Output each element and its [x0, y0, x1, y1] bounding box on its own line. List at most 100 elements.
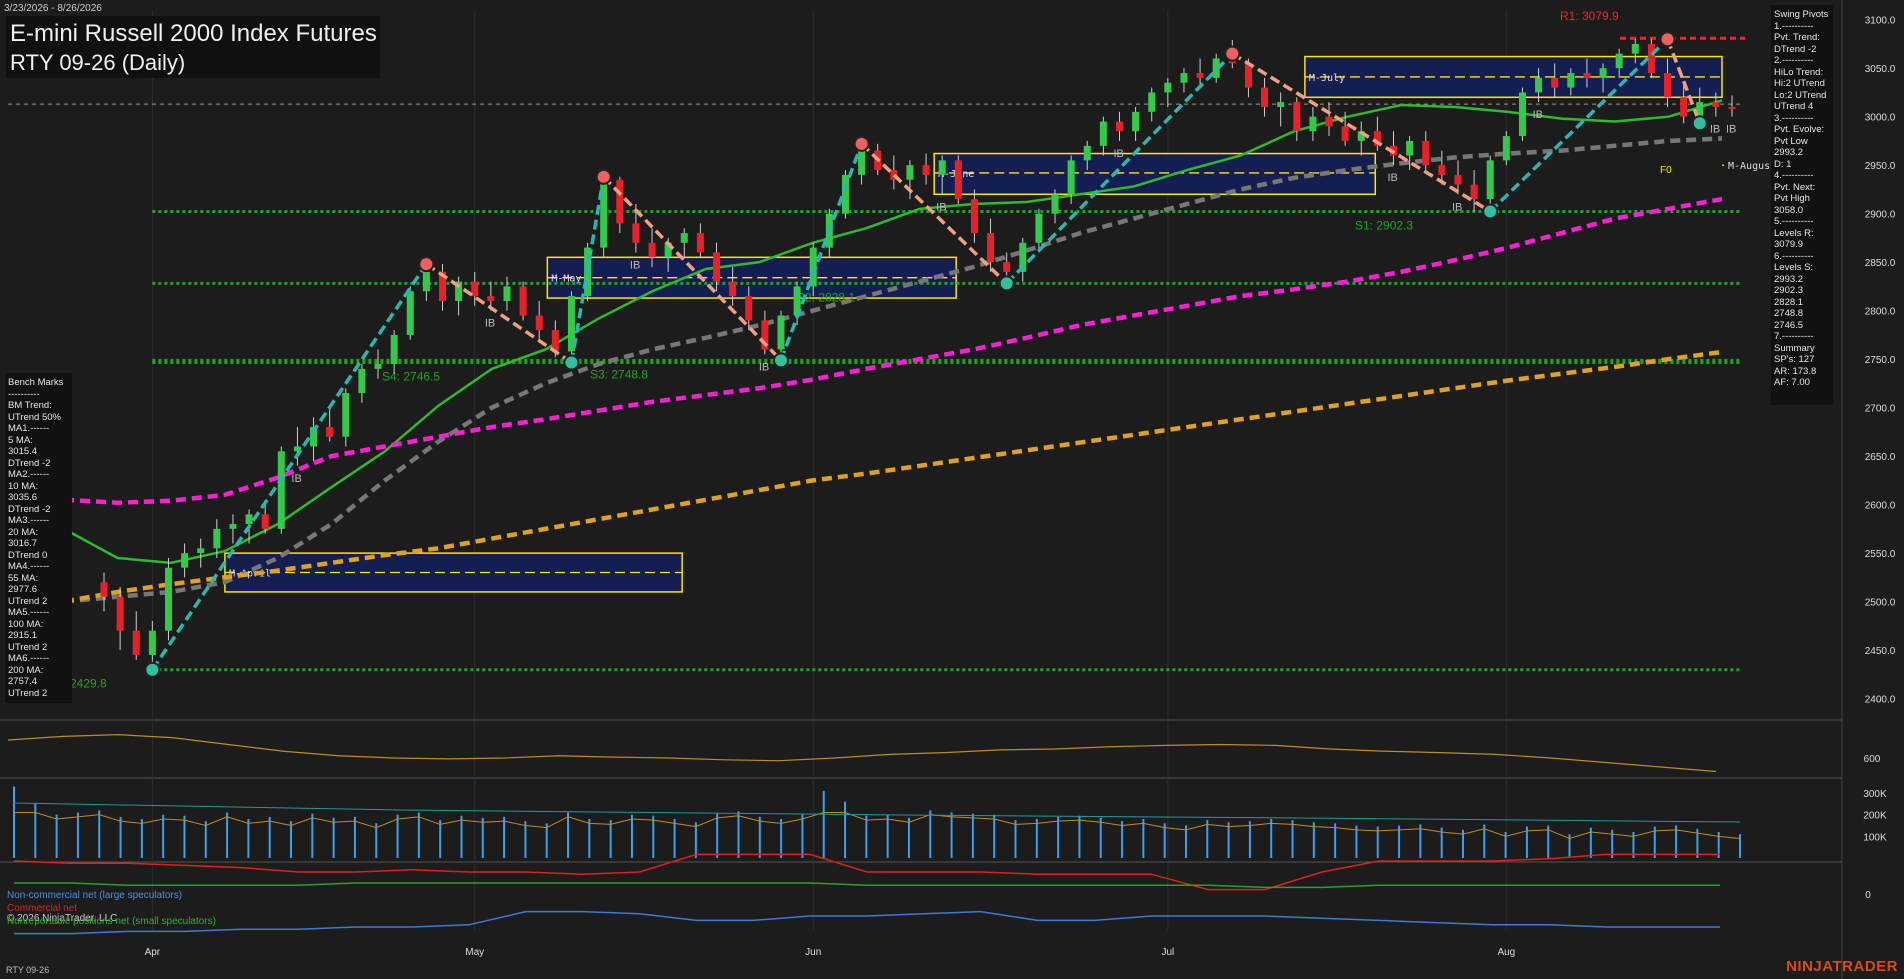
bench-marks-line: MA6.------	[8, 653, 50, 664]
swing-pivots-line: 6.----------	[1774, 250, 1814, 262]
candle-body	[326, 427, 334, 437]
swing-pivots-line: D: 1	[1774, 158, 1792, 170]
swing-pivots-line: Summary	[1774, 342, 1815, 354]
y-tick-label: 2650.0	[1865, 452, 1896, 463]
swing-pivots-line: Pvt. Next:	[1774, 181, 1816, 193]
swing-pivots-line: 5.----------	[1774, 216, 1814, 227]
candle-body	[1664, 73, 1672, 98]
swing-pivot-marker	[563, 354, 580, 371]
candle-body	[277, 451, 285, 529]
candle-body	[1631, 43, 1639, 54]
swing-pivots-line: 2902.3	[1774, 285, 1804, 296]
candle-body	[164, 567, 172, 631]
swing-pivots-line: 2746.5	[1774, 319, 1804, 331]
support-label: 2429.8	[70, 677, 107, 691]
candle-body	[487, 296, 495, 301]
candle-body	[1502, 136, 1510, 161]
cot-series-line	[14, 910, 1720, 935]
y-tick-label: 2550.0	[1865, 549, 1896, 560]
candle-body	[616, 179, 624, 224]
candle-body	[1277, 102, 1285, 107]
bench-marks-line: 55 MA:	[8, 572, 39, 584]
swing-pivot-marker	[1482, 203, 1499, 220]
moving-average-line	[63, 196, 1723, 505]
swing-pivots-line: AR: 173.8	[1774, 365, 1817, 377]
candle-body	[1406, 140, 1414, 156]
swing-pivots-line: Pvt Low	[1774, 135, 1808, 147]
resistance-label: R1: 3079.9	[1560, 9, 1619, 23]
y-tick-label: 2950.0	[1865, 161, 1896, 172]
candle-body	[1083, 145, 1091, 161]
candle-body	[1180, 73, 1188, 83]
inside-bar-label: IB	[630, 259, 640, 271]
candle-body	[680, 233, 688, 243]
candle-body	[696, 233, 704, 253]
swing-pivots-line: 2.----------	[1774, 55, 1814, 66]
box-extra-label: F0	[1660, 165, 1672, 176]
chart-title: E-mini Russell 2000 Index Futures	[10, 20, 377, 47]
candle-body	[1599, 68, 1607, 78]
swing-pivots-line: 1.----------	[1774, 20, 1814, 32]
swing-pivot-marker	[772, 352, 789, 369]
candle-body	[970, 199, 978, 234]
inside-bar-label: IB	[1388, 172, 1398, 184]
bench-marks-line: UTrend 2	[8, 687, 48, 699]
candle-body	[519, 286, 527, 316]
swing-pivots-line: 3058.0	[1774, 204, 1804, 216]
x-tick-label: Jun	[805, 947, 821, 958]
candle-body	[841, 174, 849, 214]
candle-body	[777, 315, 785, 350]
candle-body	[261, 514, 269, 529]
candle-body	[1309, 116, 1317, 132]
bench-marks-line: 2977.6	[8, 584, 38, 595]
bench-marks-line: MA5.------	[8, 607, 50, 618]
inside-bar-label: IB	[485, 318, 495, 330]
swing-pivots-line: 2828.1	[1774, 296, 1804, 308]
range-indicator-line	[7, 733, 1717, 773]
y-tick-label: 3000.0	[1865, 113, 1896, 124]
swing-zigzag-segment	[779, 143, 864, 361]
bench-marks-line: 20 MA:	[8, 526, 39, 538]
main-chart[interactable]: 3100.0 3050.0 3000.0 2950.0 2900.0 2850.0 2800…	[0, 0, 1904, 979]
inside-bar-label: IB	[759, 361, 769, 373]
support-label: S4: 2746.5	[382, 370, 440, 384]
swing-pivots-line: 7.----------	[1774, 331, 1814, 342]
candle-body	[1712, 102, 1720, 107]
candle-body	[632, 223, 640, 243]
y-tick-label: 3100.0	[1865, 16, 1896, 27]
swing-pivots-line: 2993.2	[1774, 273, 1804, 285]
candle-body	[1583, 73, 1591, 78]
candle-body	[1728, 106, 1736, 109]
swing-pivot-marker	[595, 168, 612, 185]
candle-body	[1196, 73, 1204, 78]
monthly-box-label: M-July	[1309, 73, 1345, 84]
bench-marks-line: ----------	[8, 388, 40, 400]
swing-pivots-line: Levels R:	[1774, 227, 1814, 239]
x-tick-label: Jul	[1161, 947, 1174, 958]
swing-pivots-line: Pvt. Trend:	[1774, 32, 1820, 43]
swing-pivots-line: UTrend 4	[1774, 101, 1814, 112]
candle-body	[938, 160, 946, 175]
sub2-y-tick: 200K	[1863, 811, 1887, 822]
candle-body	[535, 315, 543, 331]
swing-pivots-line: Lo:2 UTrend	[1774, 89, 1827, 101]
swing-pivots-panel: Swing Pivots 1.---------- Pvt. Trend: DTren…	[1771, 5, 1833, 405]
swing-pivots-line: 4.----------	[1774, 170, 1814, 181]
legend-noncommercial: Non-commercial net (large speculators)	[7, 890, 183, 901]
candle-body	[132, 630, 140, 655]
candle-body	[148, 630, 156, 655]
candle-body	[100, 582, 108, 597]
bench-marks-line: MA3.------	[8, 515, 50, 526]
candle-body	[1341, 126, 1349, 141]
moving-average-line	[63, 136, 1723, 604]
y-tick-label: 3050.0	[1865, 64, 1896, 75]
candle-body	[1067, 160, 1075, 195]
bench-marks-panel: Bench Marks ---------- BM Trend: UTrend 50%…	[5, 373, 72, 703]
bench-marks-line: 10 MA:	[8, 480, 39, 492]
support-label: S1: 2902.3	[1355, 218, 1413, 232]
candle-body	[648, 242, 656, 258]
candle-body	[600, 179, 608, 248]
bench-marks-line: 5 MA:	[8, 434, 33, 446]
monthly-box-label: M-April	[229, 569, 271, 580]
candle-body	[181, 553, 189, 568]
